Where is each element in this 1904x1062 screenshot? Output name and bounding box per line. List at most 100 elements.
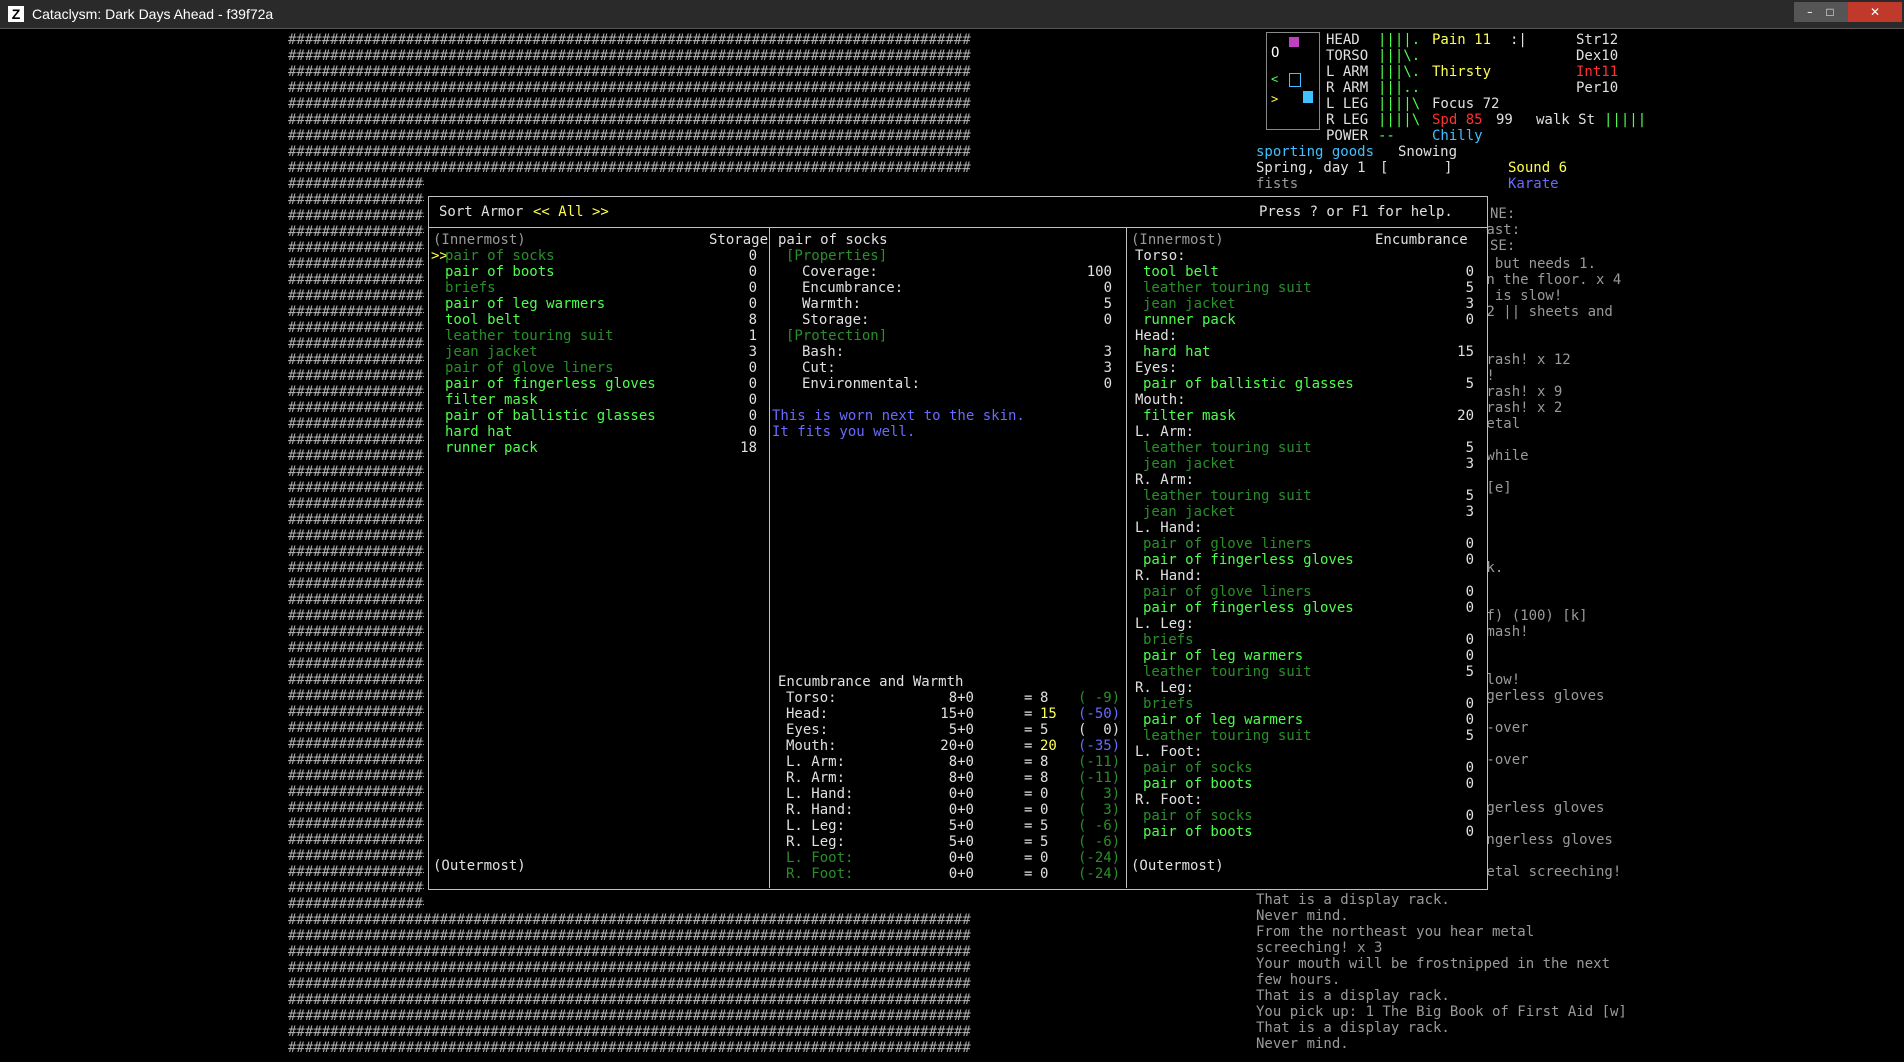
location-label: sporting goods <box>1256 144 1375 160</box>
filter-selector[interactable]: << All >> <box>533 204 609 220</box>
detail-property-value: 100 <box>1086 264 1112 280</box>
map-row: ########################################… <box>288 704 424 720</box>
worn-item-storage: 3 <box>748 344 757 360</box>
weather-label: Snowing <box>1398 144 1458 160</box>
bodypart-item[interactable]: tool belt <box>1143 264 1219 280</box>
maximize-button[interactable]: □ <box>1812 2 1848 22</box>
bodypart-heading: L. Hand: <box>1135 520 1203 536</box>
bodypart-item[interactable]: pair of leg warmers <box>1143 712 1303 728</box>
map-row: ########################################… <box>288 880 424 896</box>
bodypart-item[interactable]: leather touring suit <box>1143 280 1312 296</box>
enc-sum: 8+0 <box>948 770 974 786</box>
worn-item[interactable]: pair of fingerless gloves <box>445 376 656 392</box>
map-row: ########################################… <box>288 1024 971 1040</box>
bodypart-item[interactable]: pair of boots <box>1143 776 1253 792</box>
enc-equals: = <box>1024 834 1033 850</box>
worn-item[interactable]: pair of socks <box>445 248 555 264</box>
worn-item[interactable]: pair of boots <box>445 264 555 280</box>
worn-items-panel: (Innermost) Storage >> pair of socks 0 pair… <box>429 228 770 888</box>
map-row: ########################################… <box>288 592 424 608</box>
enc-sum: 20+0 <box>940 738 974 754</box>
enc-total: 5 <box>1040 722 1049 738</box>
bodypart-item[interactable]: pair of glove liners <box>1143 584 1312 600</box>
bodypart-item[interactable]: briefs <box>1143 632 1194 648</box>
move-cost: 99 <box>1496 112 1513 128</box>
worn-item[interactable]: tool belt <box>445 312 521 328</box>
bodypart-heading: Torso: <box>1135 248 1186 264</box>
bodypart-item[interactable]: pair of socks <box>1143 760 1253 776</box>
bodypart-item[interactable]: pair of leg warmers <box>1143 648 1303 664</box>
outermost-label-right: (Outermost) <box>1131 858 1224 874</box>
map-row: ########################################… <box>288 832 424 848</box>
worn-item[interactable]: pair of glove liners <box>445 360 614 376</box>
bodypart-item[interactable]: pair of socks <box>1143 808 1253 824</box>
bodypart-item[interactable]: pair of boots <box>1143 824 1253 840</box>
player-marker-icon: O <box>1271 45 1280 61</box>
map-row: ########################################… <box>288 192 424 208</box>
worn-item[interactable]: jean jacket <box>445 344 538 360</box>
bodypart-item[interactable]: pair of fingerless gloves <box>1143 552 1354 568</box>
encumbrance-col-header: Encumbrance <box>1375 232 1468 248</box>
bodypart-item[interactable]: hard hat <box>1143 344 1210 360</box>
bodypart-item[interactable]: filter mask <box>1143 408 1236 424</box>
bodypart-item[interactable]: pair of fingerless gloves <box>1143 600 1354 616</box>
bodypart-item[interactable]: pair of ballistic glasses <box>1143 376 1354 392</box>
bodypart-item[interactable]: leather touring suit <box>1143 488 1312 504</box>
worn-item[interactable]: briefs <box>445 280 496 296</box>
worn-item[interactable]: filter mask <box>445 392 538 408</box>
bodypart-item[interactable]: jean jacket <box>1143 456 1236 472</box>
worn-item[interactable]: runner pack <box>445 440 538 456</box>
worn-item[interactable]: pair of leg warmers <box>445 296 605 312</box>
enc-warmth: ( -6) <box>1078 834 1121 850</box>
log-line: That is a display rack. <box>1256 988 1450 1004</box>
map-row: ########################################… <box>288 368 424 384</box>
bodypart-item-encumbrance: 15 <box>1457 344 1474 360</box>
bodypart-health-bar: |||\. <box>1378 48 1421 64</box>
bodypart-item[interactable]: leather touring suit <box>1143 664 1312 680</box>
storage-col-header: Storage <box>709 232 769 248</box>
log-line: Never mind. <box>1256 908 1349 924</box>
detail-property-label: Environmental: <box>802 376 921 392</box>
enc-warmth: ( 3) <box>1078 786 1121 802</box>
map-row: ########################################… <box>288 896 424 912</box>
worn-item[interactable]: leather touring suit <box>445 328 614 344</box>
bodypart-item[interactable]: briefs <box>1143 696 1194 712</box>
close-button[interactable]: ✕ <box>1848 2 1902 22</box>
enc-total: 5 <box>1040 834 1049 850</box>
bodypart-item-encumbrance: 0 <box>1465 584 1474 600</box>
bodypart-item[interactable]: runner pack <box>1143 312 1236 328</box>
detail-property-label: Bash: <box>802 344 845 360</box>
map-row: ########################################… <box>288 544 424 560</box>
enc-total: 8 <box>1040 770 1049 786</box>
enc-equals: = <box>1024 802 1033 818</box>
log-line: Your mouth will be frostnipped in the ne… <box>1256 956 1611 972</box>
map-row: ########################################… <box>288 816 424 832</box>
bodypart-item[interactable]: leather touring suit <box>1143 728 1312 744</box>
enc-total: 15 <box>1040 706 1057 722</box>
bodypart-item[interactable]: jean jacket <box>1143 504 1236 520</box>
worn-item[interactable]: pair of ballistic glasses <box>445 408 656 424</box>
worn-item-storage: 18 <box>740 440 757 456</box>
log-line: crash! x 2 <box>1478 400 1563 416</box>
map-row: ########################################… <box>288 560 424 576</box>
map-row: ########################################… <box>288 976 971 992</box>
map-row: ########################################… <box>288 688 424 704</box>
enc-sum: 5+0 <box>948 834 974 850</box>
detail-property-label: Warmth: <box>802 296 862 312</box>
bodypart-item[interactable]: jean jacket <box>1143 296 1236 312</box>
map-row: ########################################… <box>288 320 424 336</box>
enc-bodypart: Head: <box>786 706 829 722</box>
enc-bodypart: Torso: <box>786 690 837 706</box>
bodypart-item[interactable]: leather touring suit <box>1143 440 1312 456</box>
log-line: w is slow! <box>1478 288 1563 304</box>
enc-bodypart: Eyes: <box>786 722 829 738</box>
enc-equals: = <box>1024 706 1033 722</box>
int-stat: Int11 <box>1576 64 1619 80</box>
game-terminal[interactable]: ########################################… <box>8 30 1896 1056</box>
worn-item[interactable]: hard hat <box>445 424 512 440</box>
bodypart-item[interactable]: pair of glove liners <box>1143 536 1312 552</box>
log-line: s but needs 1. <box>1478 256 1597 272</box>
map-row: ########################################… <box>288 336 424 352</box>
bodypart-item-encumbrance: 3 <box>1465 504 1474 520</box>
enc-warmth: ( -9) <box>1078 690 1121 706</box>
